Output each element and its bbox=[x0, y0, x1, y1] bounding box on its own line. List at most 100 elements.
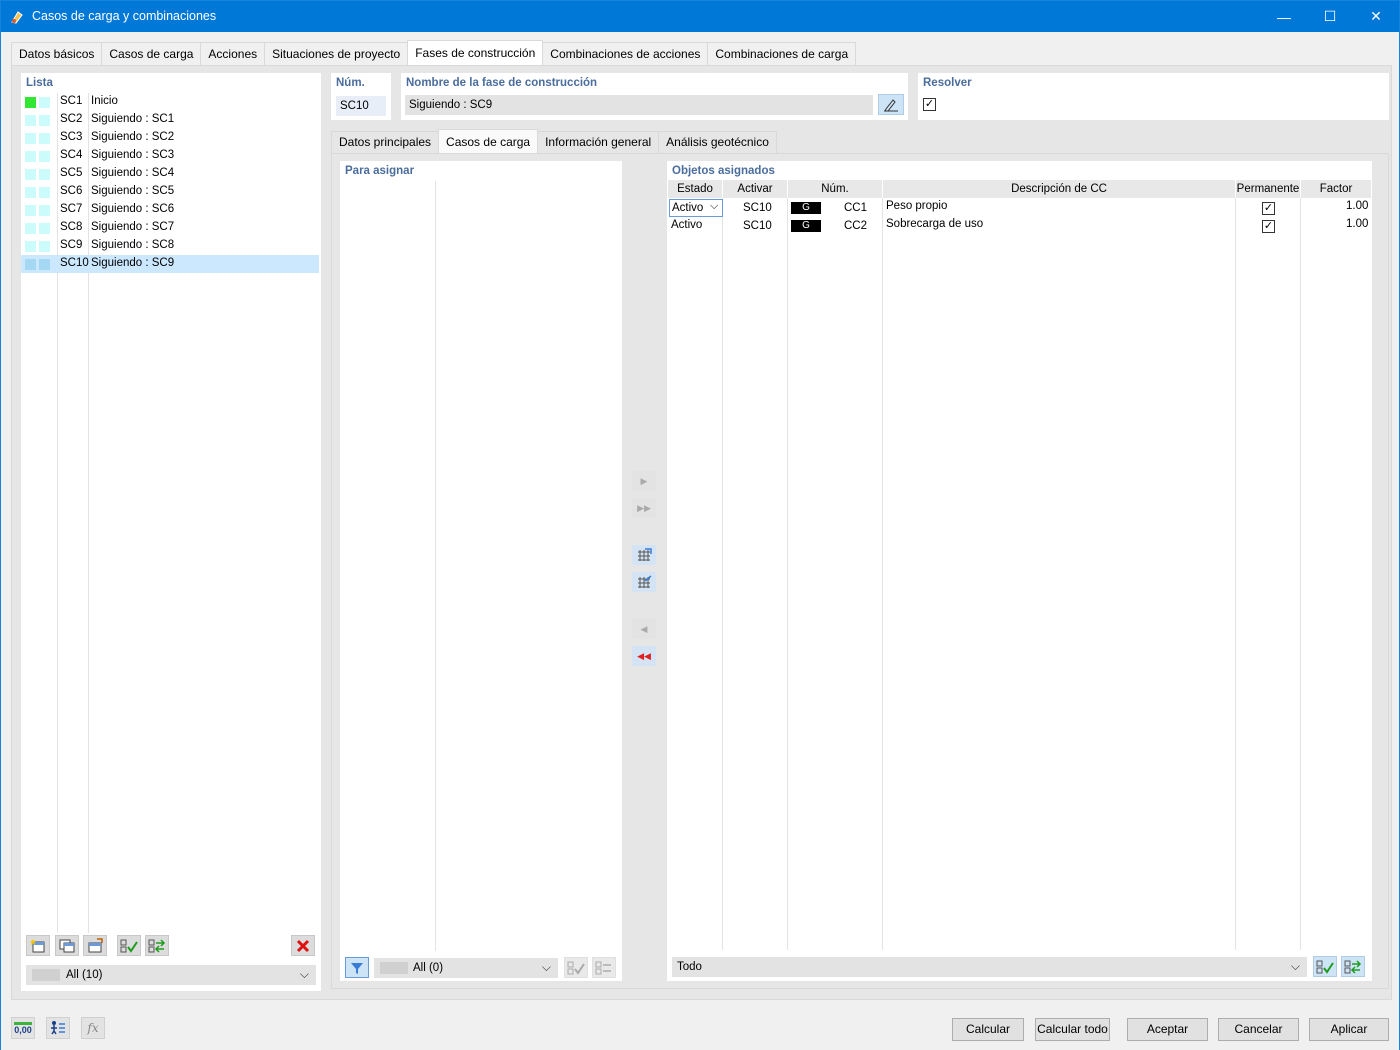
toggle-check-icon bbox=[148, 938, 166, 953]
color-swatch bbox=[39, 259, 50, 270]
unassign-grid-button[interactable] bbox=[632, 572, 656, 592]
resolver-label: Resolver bbox=[923, 77, 972, 89]
check-all-button[interactable] bbox=[117, 935, 141, 956]
remove-one-button[interactable]: ◀ bbox=[632, 619, 656, 639]
list-item-id: SC1 bbox=[60, 95, 83, 107]
to-assign-filter-combo[interactable]: All (0) ⌵ bbox=[374, 958, 558, 978]
calcular-todo-button[interactable]: Calcular todo bbox=[1035, 1018, 1110, 1041]
table-divider bbox=[787, 198, 788, 950]
tab-combinaciones-de-carga[interactable]: Combinaciones de carga bbox=[707, 42, 857, 65]
num-field[interactable]: SC10 bbox=[336, 96, 386, 116]
list-filter-combo[interactable]: All (10) ⌵ bbox=[26, 965, 316, 985]
col-num[interactable]: Núm. bbox=[788, 180, 883, 198]
list-item-label: Siguiendo : SC7 bbox=[91, 221, 175, 233]
activar-value: SC10 bbox=[743, 202, 772, 214]
list-item-label: Siguiendo : SC8 bbox=[91, 239, 175, 251]
table-row[interactable]: Activo ⌵ SC10 G CC1 Peso propio ✓ 1.00 bbox=[668, 199, 1371, 217]
tab-informacion-general[interactable]: Información general bbox=[537, 131, 660, 153]
list-item[interactable]: SC9 Siguiendo : SC8 bbox=[21, 237, 319, 255]
tab-casos-de-carga[interactable]: Casos de carga bbox=[101, 42, 202, 65]
to-assign-toggle-button[interactable] bbox=[592, 957, 616, 978]
assign-all-button[interactable]: ▶▶ bbox=[632, 498, 656, 518]
list-item[interactable]: SC8 Siguiendo : SC7 bbox=[21, 219, 319, 237]
name-field[interactable]: Siguiendo : SC9 bbox=[405, 95, 873, 115]
assign-one-button[interactable]: ▶ bbox=[632, 471, 656, 491]
list-item[interactable]: SC10 Siguiendo : SC9 bbox=[21, 255, 319, 273]
list-item[interactable]: SC3 Siguiendo : SC2 bbox=[21, 129, 319, 147]
resolver-checkbox[interactable]: ✓ bbox=[923, 98, 936, 111]
tab-fases-de-construccion[interactable]: Fases de construcción bbox=[407, 40, 544, 65]
import-item-button[interactable] bbox=[83, 935, 107, 956]
app-icon bbox=[11, 11, 23, 24]
list-item[interactable]: SC4 Siguiendo : SC3 bbox=[21, 147, 319, 165]
estado-value[interactable]: Activo bbox=[671, 219, 702, 231]
color-swatch bbox=[25, 151, 36, 162]
assigned-check-all-button[interactable] bbox=[1313, 956, 1337, 977]
tab-datos-basicos[interactable]: Datos básicos bbox=[11, 42, 103, 65]
cancelar-button[interactable]: Cancelar bbox=[1218, 1018, 1299, 1041]
list-item[interactable]: SC7 Siguiendo : SC6 bbox=[21, 201, 319, 219]
tab-situaciones-de-proyecto[interactable]: Situaciones de proyecto bbox=[264, 42, 409, 65]
minimize-button[interactable]: — bbox=[1261, 1, 1307, 32]
lc-number: CC2 bbox=[844, 220, 868, 232]
list-panel: Lista SC1 Inicio SC2 Siguiendo : SC1 SC3 Sigu… bbox=[21, 73, 321, 991]
check-all-icon bbox=[567, 961, 585, 975]
formula-icon: fx bbox=[87, 1021, 99, 1035]
filter-button[interactable] bbox=[345, 957, 369, 978]
grid-unassign-icon bbox=[638, 575, 652, 588]
edit-name-button[interactable] bbox=[878, 94, 904, 115]
col-activar[interactable]: Activar bbox=[723, 180, 788, 198]
col-descripcion[interactable]: Descripción de CC bbox=[883, 180, 1236, 198]
list-item[interactable]: SC5 Siguiendo : SC4 bbox=[21, 165, 319, 183]
col-estado[interactable]: Estado bbox=[668, 180, 723, 198]
aplicar-button[interactable]: Aplicar bbox=[1309, 1018, 1389, 1041]
list-item-id: SC8 bbox=[60, 221, 83, 233]
col-factor[interactable]: Factor bbox=[1301, 180, 1371, 198]
num-panel: Núm. SC10 bbox=[331, 73, 391, 120]
calcular-button[interactable]: Calcular bbox=[952, 1018, 1024, 1041]
copy-item-button[interactable] bbox=[55, 935, 79, 956]
assign-grid-button[interactable] bbox=[632, 545, 656, 565]
list-item[interactable]: SC2 Siguiendo : SC1 bbox=[21, 111, 319, 129]
tab-analisis-geotecnico[interactable]: Análisis geotécnico bbox=[658, 131, 777, 153]
assigned-title: Objetos asignados bbox=[672, 165, 775, 177]
tab-acciones[interactable]: Acciones bbox=[200, 42, 266, 65]
list-item-label: Siguiendo : SC1 bbox=[91, 113, 175, 125]
tab-casos-de-carga-sub[interactable]: Casos de carga bbox=[438, 129, 539, 153]
factor-value: 1.00 bbox=[1346, 200, 1369, 212]
to-assign-check-all-button[interactable] bbox=[564, 957, 588, 978]
color-swatch bbox=[25, 241, 36, 252]
new-item-button[interactable] bbox=[26, 935, 50, 956]
maximize-button[interactable]: ☐ bbox=[1307, 1, 1353, 32]
assigned-toggle-button[interactable] bbox=[1341, 956, 1365, 977]
list-item-label: Siguiendo : SC4 bbox=[91, 167, 175, 179]
tab-combinaciones-de-acciones[interactable]: Combinaciones de acciones bbox=[542, 42, 709, 65]
units-button[interactable]: 0,00 bbox=[11, 1017, 35, 1039]
chevron-down-icon: ⌵ bbox=[1290, 959, 1300, 973]
formula-button[interactable]: fx bbox=[81, 1017, 105, 1039]
lc-description: Sobrecarga de uso bbox=[886, 218, 984, 230]
color-swatch bbox=[39, 151, 50, 162]
dialog-window: Casos de carga y combinaciones — ☐ ✕ Dat… bbox=[0, 0, 1400, 1050]
close-button[interactable]: ✕ bbox=[1353, 1, 1399, 32]
estado-select[interactable]: Activo ⌵ bbox=[669, 199, 723, 217]
check-all-icon bbox=[1316, 960, 1334, 974]
delete-button[interactable] bbox=[291, 935, 315, 956]
model-info-button[interactable] bbox=[46, 1017, 70, 1039]
col-permanente[interactable]: Permanente bbox=[1236, 180, 1301, 198]
toggle-check-button[interactable] bbox=[145, 935, 169, 956]
assigned-filter-combo[interactable]: Todo ⌵ bbox=[672, 957, 1307, 977]
close-icon: ✕ bbox=[1370, 8, 1382, 24]
minimize-icon: — bbox=[1277, 8, 1291, 25]
permanente-checkbox[interactable]: ✓ bbox=[1262, 202, 1275, 215]
list-item-label: Siguiendo : SC2 bbox=[91, 131, 175, 143]
remove-all-button[interactable]: ◀◀ bbox=[632, 646, 656, 666]
list-item[interactable]: SC6 Siguiendo : SC5 bbox=[21, 183, 319, 201]
list-item-label: Inicio bbox=[91, 95, 118, 107]
list-item[interactable]: SC1 Inicio bbox=[21, 93, 319, 111]
table-row[interactable]: Activo SC10 G CC2 Sobrecarga de uso ✓ 1.… bbox=[668, 217, 1371, 235]
aceptar-button[interactable]: Aceptar bbox=[1127, 1018, 1208, 1041]
tab-datos-principales[interactable]: Datos principales bbox=[331, 131, 440, 153]
permanente-checkbox[interactable]: ✓ bbox=[1262, 220, 1275, 233]
color-swatch bbox=[39, 205, 50, 216]
